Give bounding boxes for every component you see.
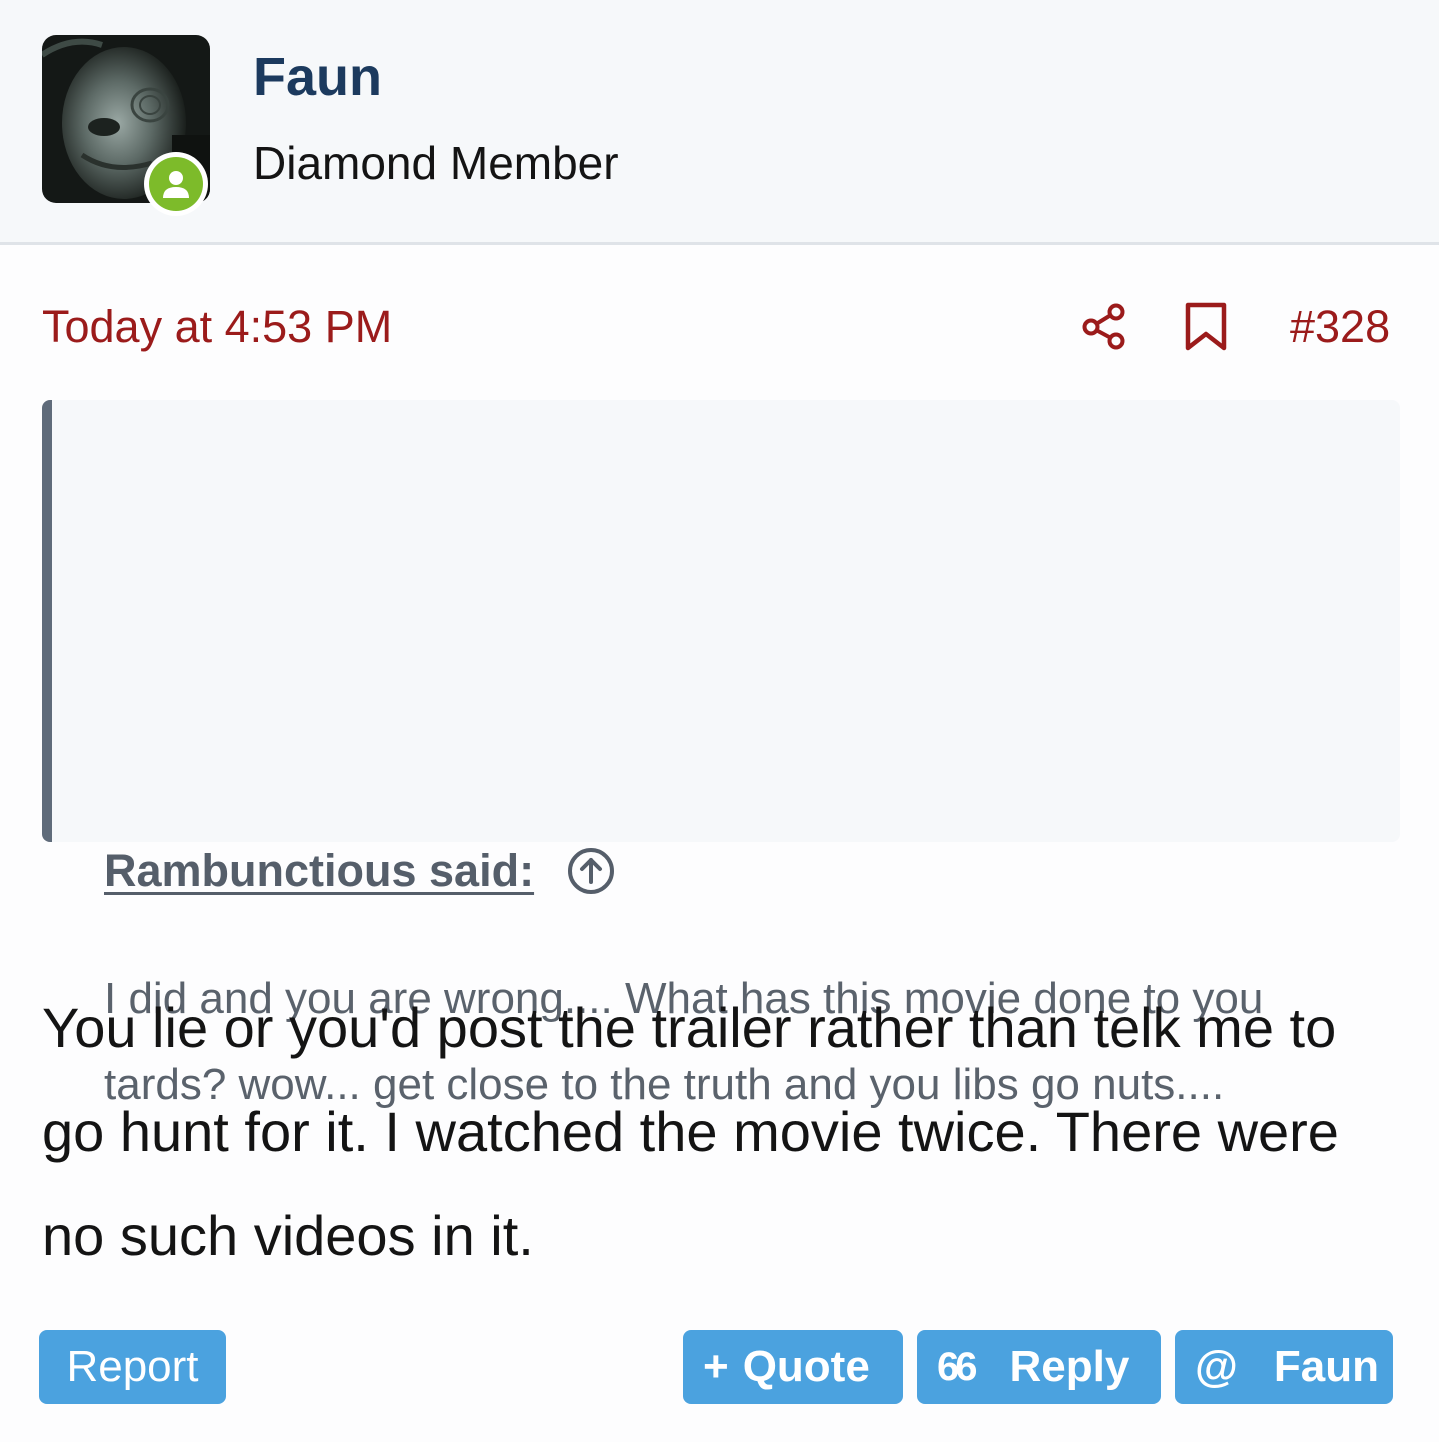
online-status-badge (144, 152, 208, 216)
user-title: Diamond Member (253, 137, 619, 189)
reply-button-label: Reply (1009, 1342, 1130, 1391)
post-timestamp[interactable]: Today at 4:53 PM (42, 298, 392, 356)
quote-block: Rambunctious said: I did and you are wro… (42, 400, 1400, 1109)
user-online-icon (163, 171, 189, 198)
plus-icon: + (703, 1342, 729, 1391)
arrow-up-circle-icon[interactable] (566, 846, 616, 896)
mention-button-label: Faun (1273, 1342, 1380, 1391)
user-header: Faun Diamond Member (0, 0, 1439, 245)
bookmark-icon[interactable] (1183, 302, 1229, 352)
mention-button[interactable]: @ Faun (1175, 1330, 1393, 1404)
username[interactable]: Faun (253, 44, 382, 110)
report-button-label: Report (66, 1342, 199, 1391)
post-body: You lie or you'd post the trailer rather… (42, 996, 1339, 1267)
report-button[interactable]: Report (39, 1330, 226, 1404)
quote-button-label: Quote (742, 1342, 870, 1391)
at-icon: @ (1195, 1342, 1238, 1391)
quote-marks-icon: 66 (937, 1345, 977, 1389)
share-icon[interactable] (1080, 302, 1128, 350)
post-number-link[interactable]: #328 (1290, 298, 1390, 356)
quote-author-link[interactable]: Rambunctious said: (104, 842, 534, 900)
quote-button[interactable]: + Quote (683, 1330, 903, 1404)
reply-button[interactable]: 66 Reply (917, 1330, 1161, 1404)
